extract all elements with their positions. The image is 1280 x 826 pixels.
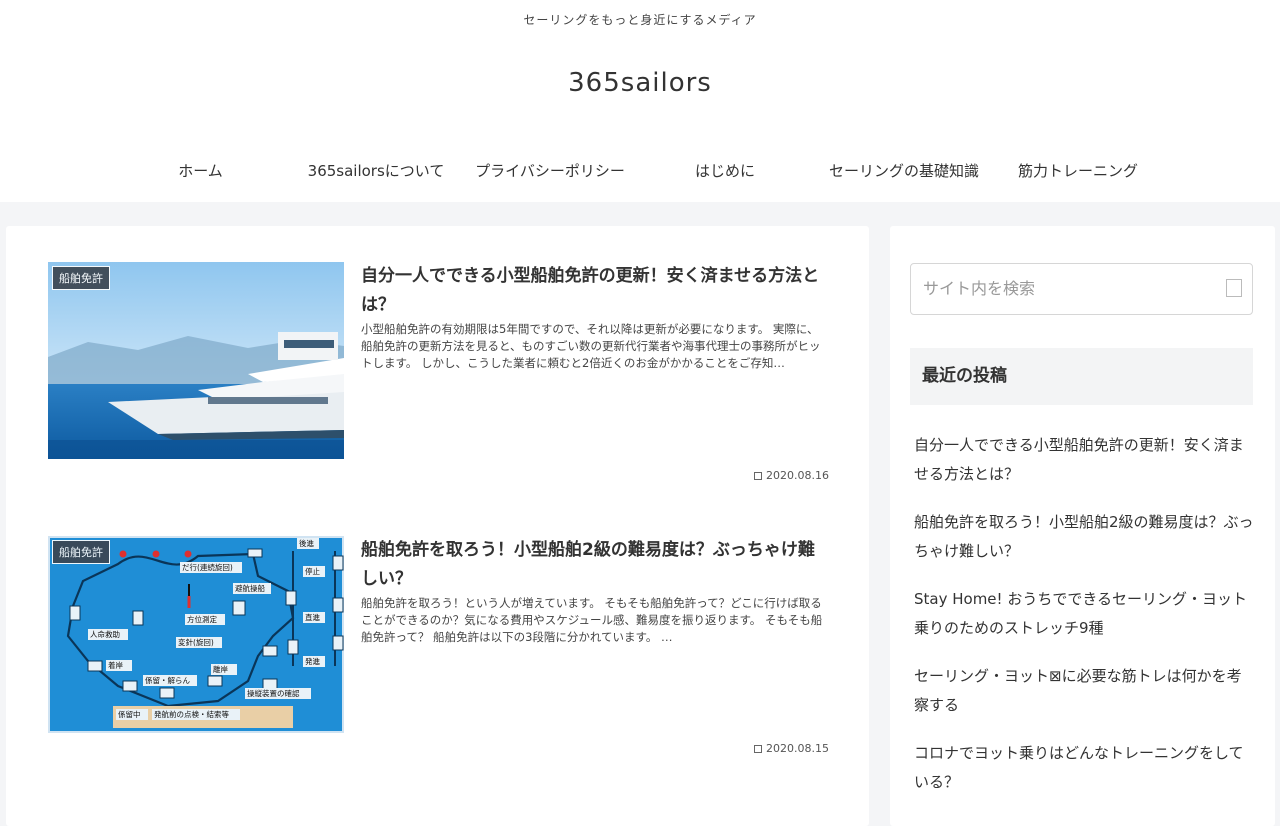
clock-icon	[754, 472, 763, 480]
diagram-label: 避航操船	[235, 583, 265, 593]
diagram-label: 係留中	[118, 709, 141, 719]
category-label[interactable]: 船舶免許	[52, 540, 110, 564]
post-date: 2020.08.16	[754, 469, 829, 482]
nav-item-home[interactable]: ホーム	[114, 150, 287, 192]
recent-post-link[interactable]: 船舶免許を取ろう！小型船舶2級の難易度は？ぶっちゃけ難しい？	[914, 508, 1254, 566]
exam-course-diagram: 後進 停止 直進 発進 だ行(連続旋回) 避航操船 方位測定 変針(旋回) 人命…	[48, 536, 344, 733]
diagram-label: 着岸	[108, 660, 123, 670]
diagram-label: 操縦装置の確認	[247, 688, 300, 698]
recent-posts-list: 自分一人でできる小型船舶免許の更新！安く済ませる方法とは？ 船舶免許を取ろう！小…	[914, 431, 1254, 816]
nav-item-training[interactable]: 筋力トレーニング	[993, 150, 1163, 192]
site-tagline: セーリングをもっと身近にするメディア	[523, 13, 757, 27]
diagram-label: 停止	[305, 566, 320, 576]
diagram-label: 後進	[299, 538, 314, 548]
global-nav: ホーム 365sailorsについて プライバシーポリシー はじめに セーリング…	[114, 150, 1166, 192]
yacht-image	[48, 262, 344, 459]
post-thumbnail[interactable]: 後進 停止 直進 発進 だ行(連続旋回) 避航操船 方位測定 変針(旋回) 人命…	[48, 536, 344, 733]
post-thumbnail[interactable]: 船舶免許	[48, 262, 344, 459]
diagram-label: 直進	[305, 612, 320, 622]
diagram-label: 係留・解らん	[145, 675, 190, 685]
clock-icon	[754, 745, 763, 753]
post-card[interactable]: 後進 停止 直進 発進 だ行(連続旋回) 避航操船 方位測定 変針(旋回) 人命…	[48, 536, 829, 761]
post-title[interactable]: 自分一人でできる小型船舶免許の更新！安く済ませる方法とは？	[361, 262, 821, 320]
nav-item-basics[interactable]: セーリングの基礎知識	[815, 150, 993, 192]
post-excerpt: 船舶免許を取ろう！という人が増えています。 そもそも船舶免許って？どこに行けば取…	[361, 596, 823, 644]
post-date-text: 2020.08.15	[766, 742, 829, 755]
diagram-label: 離岸	[213, 664, 228, 674]
recent-post-link[interactable]: 自分一人でできる小型船舶免許の更新！安く済ませる方法とは？	[914, 431, 1254, 489]
recent-post-link[interactable]: Stay Home! おうちでできるセーリング・ヨット乗りのためのストレッチ9種	[914, 585, 1254, 643]
post-date: 2020.08.15	[754, 742, 829, 755]
search-form	[910, 263, 1253, 315]
sidebar: 最近の投稿 自分一人でできる小型船舶免許の更新！安く済ませる方法とは？ 船舶免許…	[890, 226, 1275, 826]
search-icon[interactable]	[1226, 279, 1242, 297]
nav-item-intro[interactable]: はじめに	[635, 150, 815, 192]
diagram-label: 人命救助	[90, 629, 120, 639]
recent-posts-heading: 最近の投稿	[910, 348, 1253, 405]
site-header: セーリングをもっと身近にするメディア 365sailors ホーム 365sai…	[0, 0, 1280, 202]
post-date-text: 2020.08.16	[766, 469, 829, 482]
diagram-label: 方位測定	[187, 614, 217, 624]
post-card[interactable]: 船舶免許 自分一人でできる小型船舶免許の更新！安く済ませる方法とは？ 小型船舶免…	[48, 262, 829, 487]
search-input[interactable]	[911, 264, 1235, 312]
diagram-label: 発航前の点検・結索等	[154, 709, 229, 719]
diagram-label: 発進	[305, 657, 320, 666]
recent-post-link[interactable]: セーリング・ヨット⊠に必要な筋トレは何かを考察する	[914, 662, 1254, 720]
site-title[interactable]: 365sailors	[0, 68, 1280, 98]
recent-post-link[interactable]: コロナでヨット乗りはどんなトレーニングをしている？	[914, 739, 1254, 797]
nav-item-about[interactable]: 365sailorsについて	[287, 150, 465, 192]
post-title[interactable]: 船舶免許を取ろう！小型船舶2級の難易度は？ぶっちゃけ難しい？	[361, 536, 821, 594]
category-label[interactable]: 船舶免許	[52, 266, 110, 290]
post-list: 船舶免許 自分一人でできる小型船舶免許の更新！安く済ませる方法とは？ 小型船舶免…	[6, 226, 869, 826]
diagram-label: だ行(連続旋回)	[182, 562, 233, 572]
diagram-label: 変針(旋回)	[178, 637, 214, 647]
nav-item-privacy[interactable]: プライバシーポリシー	[465, 150, 635, 192]
post-excerpt: 小型船舶免許の有効期限は5年間ですので、それ以降は更新が必要になります。 実際に…	[361, 322, 821, 370]
